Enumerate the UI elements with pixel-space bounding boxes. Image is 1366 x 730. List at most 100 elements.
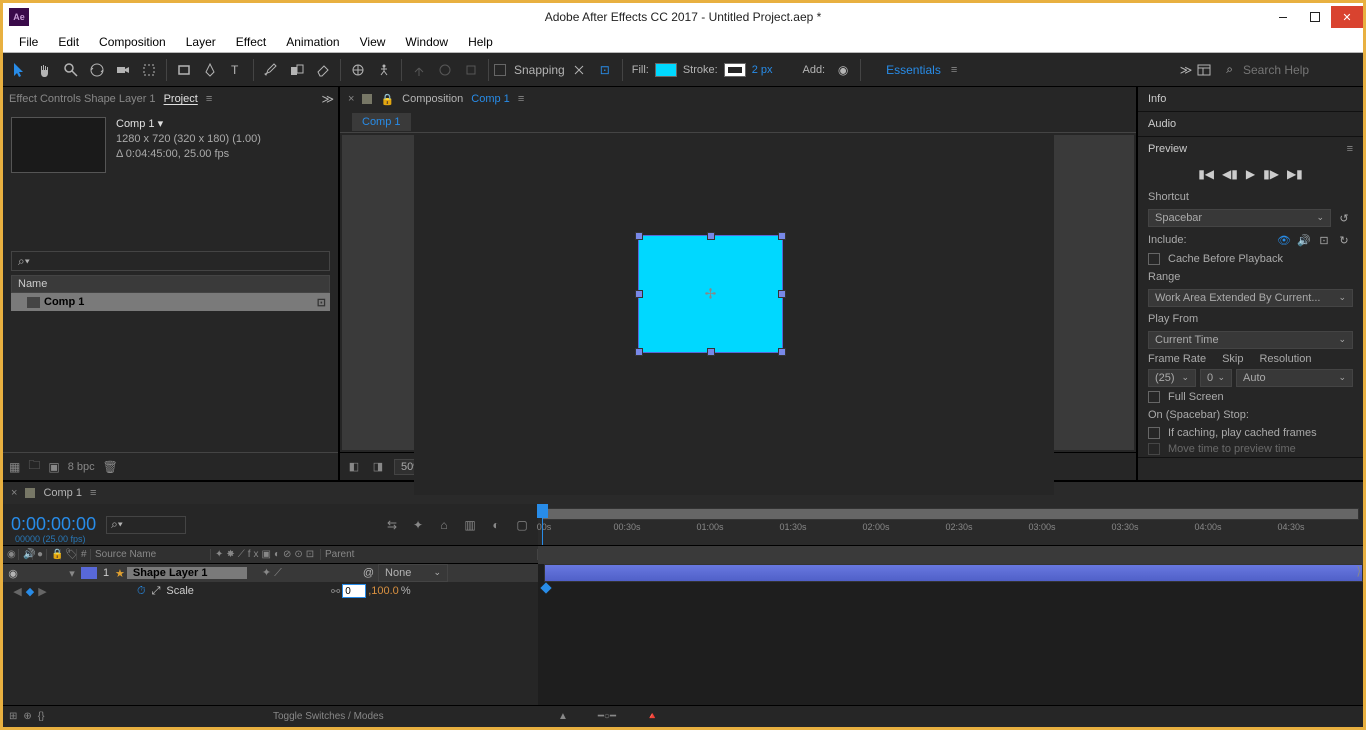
- comp-name-label[interactable]: Comp 1 ▾: [116, 117, 261, 132]
- snapping-checkbox[interactable]: Snapping: [494, 63, 565, 77]
- timeline-timecode[interactable]: 0:00:00:00: [11, 514, 96, 535]
- reset-shortcut-icon[interactable]: ↺: [1335, 209, 1353, 227]
- zoom-slider[interactable]: ━○━: [598, 711, 616, 722]
- movetime-checkbox[interactable]: Move time to preview time: [1138, 441, 1363, 457]
- motion-blur-icon[interactable]: ◐: [488, 517, 504, 533]
- search-help-input[interactable]: [1239, 61, 1359, 79]
- layer-color-swatch[interactable]: [81, 567, 97, 579]
- menu-edit[interactable]: Edit: [50, 33, 87, 51]
- workspace-dropdown[interactable]: Essentials: [886, 63, 941, 77]
- zoom-out-icon[interactable]: ▲: [558, 711, 568, 722]
- brush-tool-icon[interactable]: [259, 58, 283, 82]
- delete-icon[interactable]: 🗑: [103, 460, 118, 474]
- timeline-tracks[interactable]: ⟩: [538, 546, 1363, 705]
- constrain-link-icon[interactable]: ⚯: [331, 585, 340, 598]
- include-audio-icon[interactable]: 🔊: [1295, 231, 1313, 249]
- project-column-header[interactable]: Name: [11, 275, 330, 293]
- project-item-comp1[interactable]: Comp 1 ⊡: [11, 293, 330, 311]
- workspace-panel-icon[interactable]: [1192, 58, 1216, 82]
- handle-tr[interactable]: [778, 232, 786, 240]
- panel-audio[interactable]: Audio: [1138, 112, 1363, 136]
- handle-b[interactable]: [707, 348, 715, 356]
- stroke-width-value[interactable]: 2 px: [748, 64, 777, 76]
- pickwhip-icon[interactable]: @: [363, 567, 374, 579]
- range-dropdown[interactable]: Work Area Extended By Current...: [1148, 289, 1353, 307]
- handle-l[interactable]: [635, 290, 643, 298]
- prev-frame-button[interactable]: ◀▮: [1222, 167, 1238, 181]
- toolbar-overflow-icon[interactable]: ≫: [1180, 63, 1191, 77]
- menu-layer[interactable]: Layer: [178, 33, 224, 51]
- bpc-button[interactable]: 8 bpc: [68, 461, 95, 473]
- clone-tool-icon[interactable]: [285, 58, 309, 82]
- layer-switches[interactable]: ✦ ⟋: [247, 566, 297, 580]
- draft-3d-icon[interactable]: ✦: [410, 517, 426, 533]
- workspace-menu-icon[interactable]: ≡: [951, 64, 957, 76]
- comp-subtab[interactable]: Comp 1: [352, 113, 411, 131]
- add-keyframe-icon[interactable]: ◆: [26, 585, 34, 598]
- visibility-toggle-icon[interactable]: ◉: [3, 567, 23, 580]
- timeline-ruler[interactable]: 00s00:30s01:00s01:30s02:00s02:30s03:00s0…: [538, 504, 1363, 545]
- panel-preview[interactable]: Preview≡: [1138, 137, 1363, 161]
- roto-brush-tool-icon[interactable]: [346, 58, 370, 82]
- menu-help[interactable]: Help: [460, 33, 501, 51]
- camera-tool-icon[interactable]: [111, 58, 135, 82]
- handle-tl[interactable]: [635, 232, 643, 240]
- fullscreen-checkbox[interactable]: Full Screen: [1138, 389, 1363, 405]
- orbit-tool-icon[interactable]: [85, 58, 109, 82]
- comp-tab-close-icon[interactable]: ×: [348, 93, 354, 105]
- playhead[interactable]: [542, 504, 543, 545]
- anchor-point-icon[interactable]: ✢: [705, 286, 717, 303]
- twirl-icon[interactable]: ▾: [65, 567, 79, 580]
- timeline-tab-close-icon[interactable]: ×: [11, 487, 17, 499]
- alpha-toggle-icon[interactable]: ◧: [346, 459, 362, 475]
- next-frame-button[interactable]: ▮▶: [1263, 167, 1279, 181]
- maximize-button[interactable]: [1299, 6, 1331, 28]
- add-shape-button[interactable]: ◉: [831, 58, 855, 82]
- new-comp-icon[interactable]: ▣: [48, 460, 59, 474]
- layer-end-icon[interactable]: ⟩: [1356, 564, 1361, 578]
- scale-y-value[interactable]: ,100.0: [368, 585, 399, 597]
- rectangle-tool-icon[interactable]: [172, 58, 196, 82]
- cache-checkbox[interactable]: Cache Before Playback: [1138, 251, 1363, 267]
- ifcaching-checkbox[interactable]: If caching, play cached frames: [1138, 425, 1363, 441]
- shortcut-dropdown[interactable]: Spacebar: [1148, 209, 1331, 227]
- close-button[interactable]: [1331, 6, 1363, 28]
- tab-effect-controls[interactable]: Effect Controls Shape Layer 1: [9, 93, 156, 105]
- handle-r[interactable]: [778, 290, 786, 298]
- pan-behind-tool-icon[interactable]: [137, 58, 161, 82]
- menu-view[interactable]: View: [352, 33, 394, 51]
- project-search[interactable]: ⌕▾: [11, 251, 330, 271]
- include-video-icon[interactable]: 👁: [1275, 231, 1293, 249]
- property-row-scale[interactable]: ◀◆▶ ⏱⤢Scale ⚯ ,100.0 %: [3, 582, 538, 600]
- last-frame-button[interactable]: ▶▮: [1287, 167, 1303, 181]
- menu-composition[interactable]: Composition: [91, 33, 174, 51]
- view-axis-icon[interactable]: [459, 58, 483, 82]
- toggle-switches-modes-button[interactable]: Toggle Switches / Modes: [273, 711, 384, 722]
- frame-blend-icon[interactable]: ▥: [462, 517, 478, 533]
- search-help[interactable]: ⌕: [1226, 61, 1359, 79]
- loop-icon[interactable]: ↻: [1335, 231, 1353, 249]
- scale-x-input[interactable]: [342, 584, 366, 598]
- layer-name[interactable]: Shape Layer 1: [127, 567, 247, 579]
- timeline-search[interactable]: ⌕▾: [106, 516, 186, 534]
- stopwatch-icon[interactable]: ⏱: [137, 585, 146, 598]
- layer-bar[interactable]: [544, 564, 1363, 582]
- selection-tool-icon[interactable]: [7, 58, 31, 82]
- local-axis-icon[interactable]: [407, 58, 431, 82]
- minimize-button[interactable]: [1267, 6, 1299, 28]
- parent-dropdown[interactable]: None: [378, 564, 448, 582]
- comp-thumbnail[interactable]: [11, 117, 106, 173]
- prev-keyframe-icon[interactable]: ◀: [13, 585, 21, 598]
- hand-tool-icon[interactable]: [33, 58, 57, 82]
- world-axis-icon[interactable]: [433, 58, 457, 82]
- toggle-inout-icon[interactable]: {}: [38, 711, 45, 722]
- panel-info[interactable]: Info: [1138, 87, 1363, 111]
- selected-shape[interactable]: ✢: [638, 235, 783, 353]
- type-tool-icon[interactable]: T: [224, 58, 248, 82]
- preview-resolution-dropdown[interactable]: Auto: [1236, 369, 1353, 387]
- pen-tool-icon[interactable]: [198, 58, 222, 82]
- first-frame-button[interactable]: ▮◀: [1198, 167, 1214, 181]
- graph-editor-icon[interactable]: ▢: [514, 517, 530, 533]
- comp-mini-flowchart-icon[interactable]: ⇆: [384, 517, 400, 533]
- handle-t[interactable]: [707, 232, 715, 240]
